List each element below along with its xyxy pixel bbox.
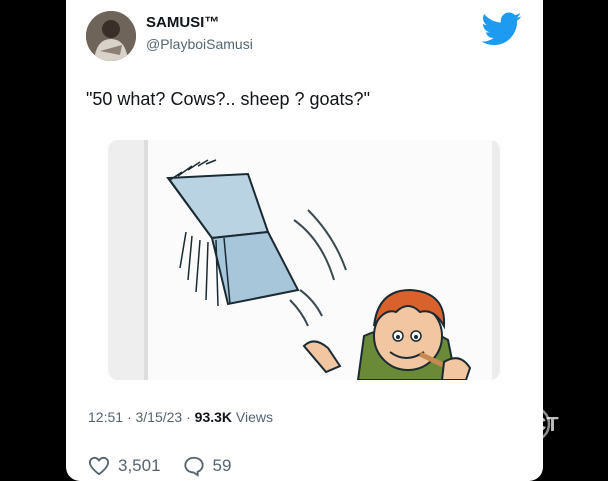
tweet-time[interactable]: 12:51 xyxy=(88,409,123,425)
watermark-logo: ACT xyxy=(513,405,559,443)
like-button[interactable]: 3,501 xyxy=(88,456,161,476)
user-handle[interactable]: @PlayboiSamusi xyxy=(146,36,253,52)
heart-icon xyxy=(88,456,110,476)
views-label: Views xyxy=(235,409,274,425)
display-name[interactable]: SAMUSI™ xyxy=(146,14,219,31)
tweet-card: SAMUSI™ @PlayboiSamusi "50 what? Cows?..… xyxy=(66,0,543,481)
reply-count: 59 xyxy=(212,456,232,475)
tweet-text: "50 what? Cows?.. sheep ? goats?" xyxy=(86,89,370,109)
like-count: 3,501 xyxy=(118,456,161,475)
reply-bubble-icon xyxy=(183,456,204,477)
tweet-date[interactable]: 3/15/23 xyxy=(136,409,183,425)
views-count: 93.3K xyxy=(194,409,233,425)
twitter-bird-icon xyxy=(482,12,522,45)
meta-separator: · xyxy=(126,409,136,425)
tweet-image[interactable] xyxy=(108,140,500,380)
tweet-meta: 12:51 · 3/15/23 · 93.3K Views xyxy=(88,409,273,425)
svg-text:ACT: ACT xyxy=(517,414,558,436)
meta-separator: · xyxy=(186,409,195,425)
reply-button[interactable]: 59 xyxy=(183,455,232,477)
avatar[interactable] xyxy=(86,11,136,61)
tweet-actions: 3,501 59 xyxy=(88,455,253,477)
